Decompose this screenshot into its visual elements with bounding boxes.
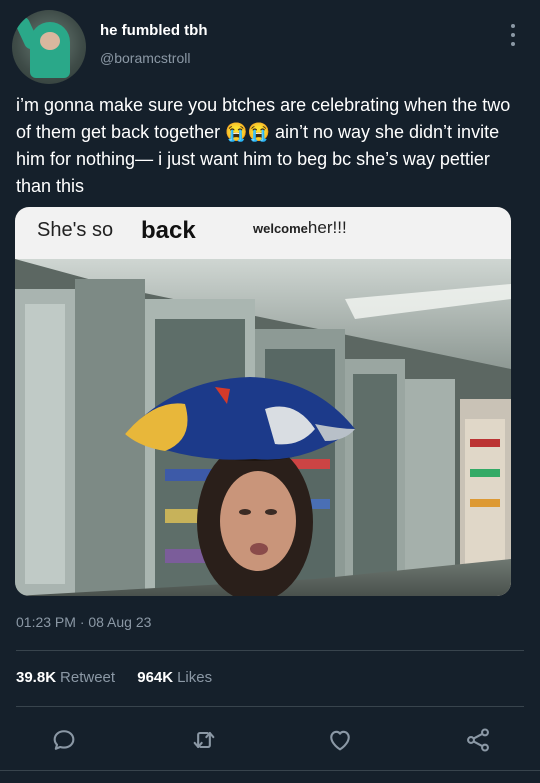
caption-part-3-small: welcome (253, 221, 308, 236)
share-icon[interactable] (460, 722, 496, 758)
retweet-count: 39.8K (16, 669, 57, 686)
tweet-stats: 39.8K Retweet 964K Likes (16, 669, 230, 686)
caption-part-1: She's so (37, 219, 114, 241)
retweet-stat[interactable]: 39.8K Retweet (16, 669, 115, 686)
tweet-actions-bar (0, 722, 540, 758)
divider-end (0, 770, 540, 771)
store-photo (15, 259, 511, 596)
display-name[interactable]: he fumbled tbh (100, 22, 208, 39)
likes-stat[interactable]: 964K Likes (137, 669, 212, 686)
caption-part-3-large: her!!! (307, 218, 347, 237)
retweet-label: Retweet (60, 669, 116, 686)
avatar-figure-face (40, 32, 60, 50)
retweet-icon[interactable] (186, 722, 222, 758)
tweet-timestamp[interactable]: 01:23 PM · 08 Aug 23 (16, 614, 151, 630)
tweet-header: he fumbled tbh @boramcstroll (12, 10, 528, 86)
more-options-icon[interactable] (506, 24, 520, 46)
tweet-text: i’m gonna make sure you btches are celeb… (16, 95, 511, 196)
reply-icon[interactable] (46, 722, 82, 758)
tweet-media-image[interactable]: She's so back welcomeher!!! (15, 207, 511, 596)
avatar[interactable] (12, 10, 86, 84)
caption-part-3: welcomeher!!! (253, 218, 347, 238)
likes-count: 964K (137, 669, 174, 686)
meme-caption: She's so back welcomeher!!! (15, 207, 511, 259)
heart-icon[interactable] (322, 722, 358, 758)
likes-label: Likes (177, 669, 213, 686)
avatar-figure-hood (30, 22, 70, 78)
caption-part-2: back (141, 217, 196, 244)
divider-bottom (16, 706, 524, 707)
user-handle[interactable]: @boramcstroll (100, 50, 190, 66)
divider-top (16, 650, 524, 651)
